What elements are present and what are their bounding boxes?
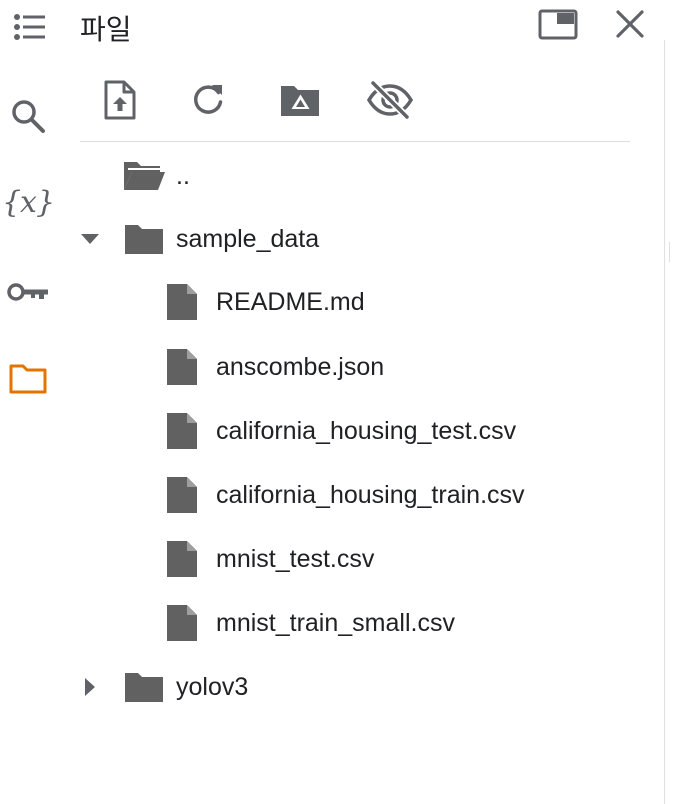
upload-file-button[interactable] [96, 78, 144, 122]
move-to-tab-button[interactable] [538, 4, 578, 44]
refresh-icon [193, 85, 223, 114]
file-icon [160, 603, 204, 643]
activity-rail: {x} [0, 0, 60, 804]
tree-item-sample-data[interactable]: sample_data [70, 211, 660, 267]
tree-item-label: .. [176, 162, 190, 190]
file-icon [160, 475, 204, 515]
key-icon [7, 283, 48, 301]
tree-item-label: anscombe.json [216, 353, 385, 381]
tree-item-label: mnist_test.csv [216, 545, 375, 573]
mount-drive-button[interactable] [276, 78, 324, 122]
tree-item-file[interactable]: anscombe.json [70, 339, 660, 395]
tree-item-label: sample_data [176, 225, 320, 253]
expanded-arrow-icon[interactable] [78, 211, 102, 267]
refresh-button[interactable] [184, 78, 232, 122]
tree-item-label: README.md [216, 288, 365, 316]
rail-variables[interactable]: {x} [0, 174, 56, 230]
file-icon [160, 539, 204, 579]
folder-open-icon [122, 156, 166, 196]
file-icon [160, 282, 204, 322]
file-icon [160, 347, 204, 387]
folder-icon [122, 667, 166, 707]
hide-hidden-files-icon [366, 80, 414, 120]
close-icon [616, 10, 644, 38]
rail-search[interactable] [0, 88, 56, 144]
tree-item-parent-dir[interactable]: .. [70, 148, 660, 204]
variables-icon: {x} [1, 184, 55, 220]
panel-border [664, 40, 665, 804]
panel-title: 파일 [80, 13, 132, 46]
toolbar-divider [80, 141, 630, 142]
move-to-tab-icon [538, 9, 578, 40]
rail-files[interactable] [0, 350, 56, 406]
close-panel-button[interactable] [610, 4, 650, 44]
tree-item-file[interactable]: california_housing_test.csv [70, 403, 660, 459]
tree-item-yolov3[interactable]: yolov3 [70, 659, 660, 715]
tree-item-file[interactable]: california_housing_train.csv [70, 467, 660, 523]
rail-table-of-contents[interactable] [0, 0, 56, 56]
search-icon [12, 100, 45, 133]
folder-icon [9, 364, 47, 394]
toc-icon [14, 14, 45, 40]
mount-drive-icon [281, 86, 319, 116]
toggle-hidden-files-button[interactable] [366, 78, 414, 122]
tree-item-file[interactable]: mnist_test.csv [70, 531, 660, 587]
tree-item-label: mnist_train_small.csv [216, 609, 455, 637]
tree-item-file[interactable]: mnist_train_small.csv [70, 595, 660, 651]
tree-item-label: yolov3 [176, 673, 249, 701]
file-icon [160, 411, 204, 451]
tree-item-label: california_housing_train.csv [216, 481, 525, 509]
rail-secrets[interactable] [0, 264, 56, 320]
panel-resize-handle[interactable] [669, 242, 670, 262]
upload-file-icon [104, 80, 136, 120]
tree-item-file[interactable]: README.md [70, 274, 660, 330]
tree-item-label: california_housing_test.csv [216, 417, 517, 445]
folder-icon [122, 219, 166, 259]
collapsed-arrow-icon[interactable] [78, 659, 102, 715]
